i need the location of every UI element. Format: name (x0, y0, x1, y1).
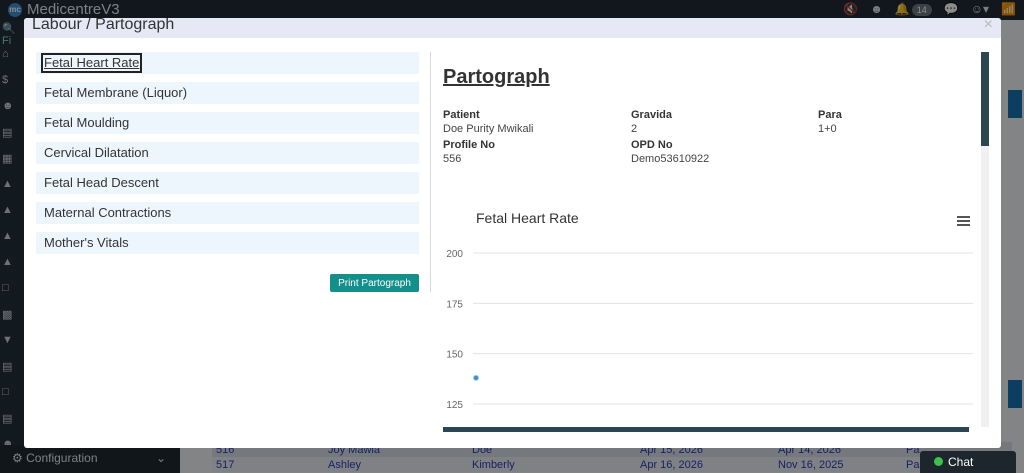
modal-title: Labour / Partograph (32, 18, 175, 33)
profile-no-label: Profile No (443, 139, 495, 151)
partograph-nav: Fetal Heart Rate Fetal Membrane (Liquor)… (36, 52, 419, 292)
nav-item-label: Fetal Heart Rate (40, 53, 143, 73)
pane-divider (430, 52, 431, 292)
patient-value: Doe Purity Mwikali (443, 123, 534, 135)
gravida-label: Gravida (631, 109, 672, 121)
opd-no-value: Demo53610922 (631, 153, 710, 165)
profile-no-value: 556 (443, 153, 462, 165)
print-partograph-button[interactable]: Print Partograph (330, 274, 419, 292)
nav-item-maternal-contractions[interactable]: Maternal Contractions (36, 202, 419, 224)
data-point[interactable] (473, 374, 479, 381)
chart-title: Fetal Heart Rate (476, 210, 579, 226)
chat-button[interactable]: Chat (920, 451, 1016, 473)
para-info: Para 1+0 (818, 109, 842, 135)
nav-item-label: Maternal Contractions (44, 205, 172, 220)
close-icon[interactable]: × (984, 18, 993, 34)
nav-item-label: Mother's Vitals (44, 235, 129, 250)
nav-item-fetal-moulding[interactable]: Fetal Moulding (36, 112, 419, 134)
partograph-document: Partograph Patient Doe Purity Mwikali Gr… (443, 52, 989, 434)
modal-header: Labour / Partograph × (24, 18, 1001, 38)
nav-item-fetal-membrane[interactable]: Fetal Membrane (Liquor) (36, 82, 419, 104)
gravida-info: Gravida 2 (631, 109, 672, 135)
nav-item-cervical-dilatation[interactable]: Cervical Dilatation (36, 142, 419, 164)
nav-item-fetal-heart-rate[interactable]: Fetal Heart Rate (36, 52, 419, 74)
scrollbar-thumb[interactable] (981, 52, 989, 146)
fetal-heart-rate-chart: 200 175 150 125 Fetal Heart Rate (443, 202, 983, 434)
chart-svg: 200 175 150 125 (446, 249, 973, 411)
online-status-icon (934, 457, 943, 466)
profile-info: Profile No 556 (443, 139, 495, 165)
patient-info: Patient Doe Purity Mwikali (443, 109, 533, 135)
patient-label: Patient (443, 109, 480, 121)
nav-item-label: Fetal Head Descent (44, 175, 159, 190)
nav-item-fetal-head-descent[interactable]: Fetal Head Descent (36, 172, 419, 194)
nav-item-mothers-vitals[interactable]: Mother's Vitals (36, 232, 419, 254)
para-value: 1+0 (818, 123, 837, 135)
nav-item-label: Cervical Dilatation (44, 145, 149, 160)
nav-item-label: Fetal Membrane (Liquor) (44, 85, 188, 100)
chart-menu-icon[interactable] (957, 216, 970, 226)
y-tick-label: 125 (446, 400, 463, 411)
opd-no-label: OPD No (631, 139, 673, 151)
partograph-modal: Labour / Partograph × Fetal Heart Rate F… (24, 18, 1001, 448)
nav-item-label: Fetal Moulding (44, 115, 130, 130)
y-tick-label: 200 (446, 249, 463, 260)
y-tick-label: 150 (446, 350, 463, 361)
chat-label: Chat (948, 455, 974, 469)
horizontal-scrollbar[interactable] (443, 427, 969, 432)
gravida-value: 2 (631, 123, 638, 135)
y-tick-label: 175 (446, 299, 463, 310)
opd-info: OPD No Demo53610922 (631, 139, 709, 165)
para-label: Para (818, 109, 842, 121)
document-title: Partograph (443, 66, 550, 88)
